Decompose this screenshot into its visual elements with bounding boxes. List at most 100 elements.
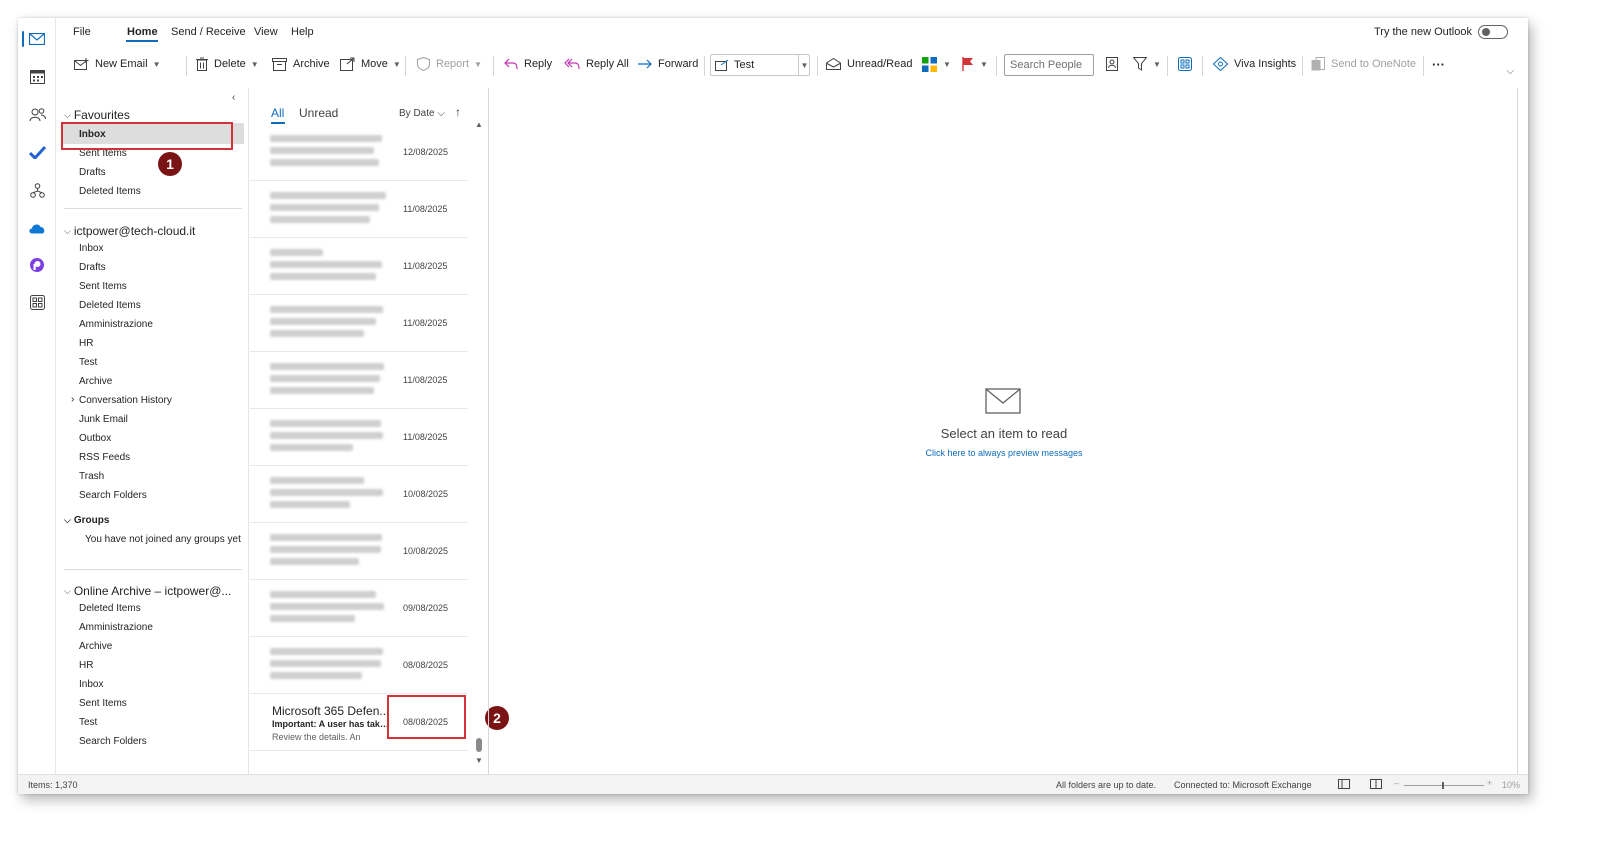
zoom-level[interactable]: 10%: [1502, 780, 1520, 790]
unread-read-label: Unread/Read: [847, 58, 913, 70]
message-row[interactable]: 11/08/2025: [250, 239, 468, 295]
folder-trash[interactable]: Trash: [79, 471, 104, 482]
folder-inbox[interactable]: Inbox: [79, 243, 103, 254]
copilot-icon[interactable]: [27, 255, 47, 275]
folder-archive[interactable]: Archive: [79, 376, 112, 387]
archive-folder-sent-items[interactable]: Sent Items: [79, 698, 127, 709]
reply-button[interactable]: Reply: [504, 54, 552, 74]
archive-folder-test[interactable]: Test: [79, 717, 97, 728]
archive-folder-archive[interactable]: Archive: [79, 641, 112, 652]
reading-view-icon[interactable]: [1370, 779, 1382, 789]
archive-folder-amministrazione[interactable]: Amministrazione: [79, 622, 153, 633]
zoom-slider-thumb[interactable]: [1442, 782, 1444, 789]
archive-folder-inbox[interactable]: Inbox: [79, 679, 103, 690]
message-date: 08/08/2025: [403, 660, 449, 670]
message-row[interactable]: 10/08/2025: [250, 467, 468, 523]
zoom-out-button[interactable]: –: [1394, 778, 1399, 788]
new-email-button[interactable]: New Email ▼: [74, 54, 161, 74]
calendar-icon[interactable]: [27, 66, 47, 86]
people-icon[interactable]: [27, 104, 47, 124]
normal-view-icon[interactable]: [1338, 779, 1350, 789]
folder-test[interactable]: Test: [79, 357, 97, 368]
todo-check-icon[interactable]: [27, 142, 47, 162]
scroll-up-arrow-icon[interactable]: ▲: [475, 120, 483, 129]
archive-folder-deleted-items[interactable]: Deleted Items: [79, 603, 141, 614]
zoom-in-button[interactable]: +: [1487, 778, 1492, 788]
archive-folder-hr[interactable]: HR: [79, 660, 93, 671]
filter-tab-all[interactable]: All: [271, 106, 284, 120]
message-list-scrollbar[interactable]: ▲ ▼: [474, 120, 486, 770]
message-row[interactable]: 10/08/2025: [250, 524, 468, 580]
archive-folder-search-folders[interactable]: Search Folders: [79, 736, 147, 747]
categorize-button[interactable]: ▼: [922, 54, 951, 74]
message-row[interactable]: 11/08/2025: [250, 410, 468, 466]
apps-icon[interactable]: [27, 292, 47, 312]
tab-help[interactable]: Help: [291, 26, 314, 38]
chevron-right-icon[interactable]: ›: [71, 394, 74, 405]
folder-drafts[interactable]: Drafts: [79, 262, 106, 273]
move-folder-icon: [340, 57, 355, 71]
archive-button[interactable]: Archive: [272, 54, 330, 74]
groups-header[interactable]: ⌵ Groups: [64, 515, 109, 526]
quick-steps-gallery[interactable]: Test: [710, 54, 810, 76]
filter-tab-unread[interactable]: Unread: [299, 106, 338, 120]
online-archive-header[interactable]: ⌵ Online Archive – ictpower@...: [64, 584, 231, 598]
folder-junk-email[interactable]: Junk Email: [79, 414, 128, 425]
unread-read-button[interactable]: Unread/Read: [826, 54, 912, 74]
scroll-down-arrow-icon[interactable]: ▼: [475, 756, 483, 765]
tab-home[interactable]: Home: [127, 26, 158, 38]
tab-view[interactable]: View: [254, 26, 278, 38]
folder-pane: ‹ ⌵ Favourites Inbox Sent Items Drafts De…: [56, 88, 246, 774]
ribbon-expand-icon[interactable]: ⌵: [1506, 66, 1514, 77]
filter-email-button[interactable]: ▼: [1133, 54, 1161, 74]
always-preview-link[interactable]: Click here to always preview messages: [489, 448, 1519, 458]
quick-steps-dropdown[interactable]: ▼: [798, 54, 810, 76]
report-button[interactable]: Report ▼: [417, 54, 482, 74]
message-row[interactable]: 11/08/2025: [250, 296, 468, 352]
mail-icon[interactable]: [27, 29, 47, 49]
zoom-slider[interactable]: [1404, 785, 1484, 786]
search-people-input[interactable]: Search People: [1004, 54, 1094, 76]
toolbar-divider: [1202, 56, 1203, 76]
address-book-button[interactable]: [1106, 54, 1124, 74]
sort-direction-arrow-icon[interactable]: ↑: [455, 105, 461, 119]
scroll-thumb[interactable]: [476, 738, 482, 752]
folder-deleted-items[interactable]: Deleted Items: [79, 300, 141, 311]
collapse-folder-pane-icon[interactable]: ‹: [232, 92, 235, 103]
folder-rss-feeds[interactable]: RSS Feeds: [79, 452, 130, 463]
viva-insights-label: Viva Insights: [1234, 58, 1297, 70]
folder-outbox[interactable]: Outbox: [79, 433, 111, 444]
more-options-button[interactable]: ···: [1432, 54, 1445, 74]
message-row[interactable]: 12/08/2025: [250, 125, 468, 181]
sort-by-dropdown[interactable]: By Date ⌵: [399, 108, 445, 119]
reply-all-button[interactable]: Reply All: [564, 54, 629, 74]
favourites-header[interactable]: ⌵ Favourites: [64, 108, 130, 122]
move-button[interactable]: Move ▼: [340, 54, 401, 74]
folder-search-folders[interactable]: Search Folders: [79, 490, 147, 501]
try-new-outlook-toggle[interactable]: [1478, 25, 1508, 39]
folder-favourites-drafts[interactable]: Drafts: [79, 167, 106, 178]
tab-file[interactable]: File: [73, 26, 91, 38]
forward-button[interactable]: Forward: [638, 54, 698, 74]
folder-amministrazione[interactable]: Amministrazione: [79, 319, 153, 330]
account-header[interactable]: ⌵ ictpower@tech-cloud.it: [64, 224, 195, 238]
viva-insights-button[interactable]: Viva Insights: [1213, 54, 1296, 74]
send-to-onenote-button[interactable]: Send to OneNote: [1311, 54, 1416, 74]
org-explorer-icon[interactable]: [27, 180, 47, 200]
viva-insights-icon: [1213, 57, 1228, 71]
all-apps-button[interactable]: [1178, 54, 1198, 74]
folder-hr[interactable]: HR: [79, 338, 93, 349]
folder-favourites-deleted-items[interactable]: Deleted Items: [79, 186, 141, 197]
chevron-down-icon: ▼: [980, 59, 988, 69]
online-archive-title: Online Archive – ictpower@...: [73, 584, 232, 598]
message-row[interactable]: 08/08/2025: [250, 638, 468, 694]
folder-sent-items[interactable]: Sent Items: [79, 281, 127, 292]
flag-button[interactable]: ▼: [962, 54, 988, 74]
delete-button[interactable]: Delete ▼: [196, 54, 259, 74]
tab-send-receive[interactable]: Send / Receive: [171, 26, 246, 38]
message-row[interactable]: 11/08/2025: [250, 182, 468, 238]
onedrive-icon[interactable]: [27, 218, 47, 238]
message-row[interactable]: 09/08/2025: [250, 581, 468, 637]
message-row[interactable]: 11/08/2025: [250, 353, 468, 409]
folder-conversation-history[interactable]: Conversation History: [79, 395, 172, 406]
